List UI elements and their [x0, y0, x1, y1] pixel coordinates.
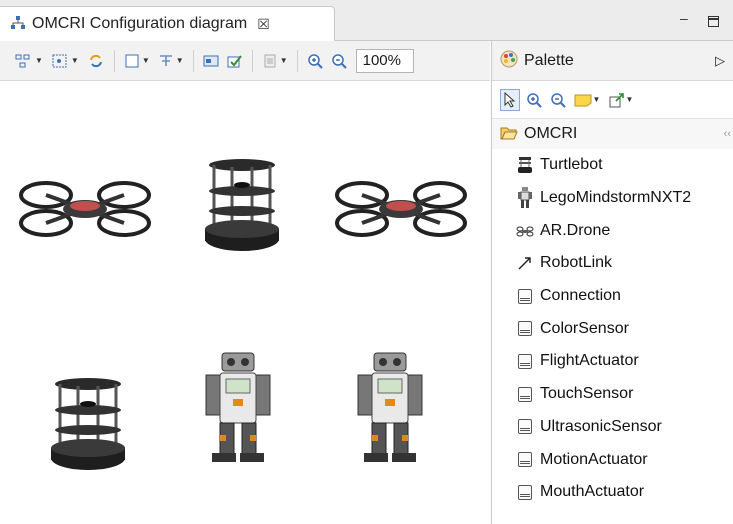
close-icon[interactable]: ☒ — [257, 16, 270, 33]
palette-item-mouthactuator[interactable]: MouthActuator — [492, 476, 733, 509]
note-tool-icon[interactable]: ▼ — [572, 89, 602, 111]
select-all-icon[interactable]: ▼ — [48, 47, 82, 75]
palette-item-label: MouthActuator — [540, 483, 645, 501]
collapse-icon[interactable]: ▷ — [715, 53, 725, 69]
class-icon — [516, 452, 534, 468]
link-arrow-icon — [516, 255, 534, 271]
palette-item-robotlink[interactable]: RobotLink — [492, 247, 733, 280]
validate-icon[interactable] — [224, 47, 246, 75]
palette-item-turtlebot[interactable]: Turtlebot — [492, 149, 733, 182]
toolbar-separator — [113, 49, 115, 72]
fill-color-icon[interactable]: ▼ — [121, 47, 153, 75]
diagram-canvas[interactable] — [0, 81, 490, 524]
lego-nxt-node[interactable] — [198, 351, 278, 469]
pin-icon[interactable]: ‹‹ — [724, 128, 731, 140]
palette-icon — [500, 50, 518, 71]
zoom-in-tool-icon[interactable] — [524, 89, 544, 111]
tab-title: OMCRI Configuration diagram — [32, 15, 248, 32]
palette-item-connection[interactable]: Connection — [492, 280, 733, 313]
palette-tools: ▼ ▼ — [492, 81, 733, 119]
toolbar-separator — [192, 49, 194, 72]
class-icon — [516, 419, 534, 435]
palette-item-label: LegoMindstormNXT2 — [540, 189, 692, 207]
ar-drone-node[interactable] — [18, 171, 153, 249]
palette-item-ar-drone[interactable]: AR.Drone — [492, 214, 733, 247]
class-icon — [516, 288, 534, 304]
palette-item-flightactuator[interactable]: FlightActuator — [492, 345, 733, 378]
editor-tab-bar: OMCRI Configuration diagram ☒ – — [0, 0, 733, 41]
palette-drawer-omcri[interactable]: OMCRI ‹‹ — [492, 119, 733, 149]
palette-item-ultrasonicsensor[interactable]: UltrasonicSensor — [492, 411, 733, 444]
palette-title: Palette — [524, 51, 574, 69]
class-icon — [516, 321, 534, 337]
palette-item-label: Turtlebot — [540, 156, 603, 174]
folder-open-icon — [500, 126, 518, 143]
maximize-icon[interactable] — [708, 16, 719, 27]
lego-nxt-node[interactable] — [350, 351, 430, 469]
drone-icon — [516, 225, 534, 237]
palette-item-motionactuator[interactable]: MotionActuator — [492, 443, 733, 476]
palette-item-touchsensor[interactable]: TouchSensor — [492, 378, 733, 411]
toolbar-separator — [251, 49, 253, 72]
palette-item-label: UltrasonicSensor — [540, 417, 662, 435]
palette-item-label: TouchSensor — [540, 385, 634, 403]
class-icon — [516, 386, 534, 402]
palette-item-label: FlightActuator — [540, 352, 639, 370]
delete-icon[interactable]: ▼ — [259, 47, 291, 75]
palette: Palette ▷ ▼ ▼ OMCRI ‹‹ Turtlebot LegoMin… — [491, 41, 733, 524]
palette-item-label: MotionActuator — [540, 450, 648, 468]
palette-item-legomindstormnxt2[interactable]: LegoMindstormNXT2 — [492, 182, 733, 215]
palette-item-label: RobotLink — [540, 254, 613, 272]
select-tool-icon[interactable] — [500, 88, 520, 111]
diagram-icon — [10, 15, 26, 34]
turtlebot-node[interactable] — [48, 376, 128, 481]
toolbar-separator — [296, 49, 298, 72]
turtlebot-node[interactable] — [202, 157, 282, 262]
palette-header: Palette ▷ — [492, 41, 733, 81]
zoom-out-tool-icon[interactable] — [548, 89, 568, 111]
ar-drone-node[interactable] — [334, 171, 469, 249]
palette-item-label: Connection — [540, 287, 621, 305]
zoom-out-icon[interactable] — [328, 47, 350, 75]
zoom-level-field[interactable]: 100% — [355, 48, 414, 73]
connector-tool-icon[interactable]: ▼ — [606, 89, 636, 111]
class-icon — [516, 353, 534, 369]
palette-item-colorsensor[interactable]: ColorSensor — [492, 312, 733, 345]
line-color-icon[interactable]: ▼ — [155, 47, 187, 75]
palette-item-label: AR.Drone — [540, 221, 611, 239]
lego-robot-icon — [516, 187, 534, 209]
zoom-in-icon[interactable] — [304, 47, 326, 75]
refresh-icon[interactable] — [84, 47, 108, 75]
diagram-toolbar: ▼ ▼ ▼ ▼ ▼ 100% — [0, 41, 490, 81]
minimize-icon[interactable]: – — [680, 10, 688, 26]
palette-item-label: ColorSensor — [540, 319, 629, 337]
arrange-icon[interactable]: ▼ — [12, 47, 46, 75]
editor-tab[interactable]: OMCRI Configuration diagram ☒ — [0, 6, 335, 41]
class-icon — [516, 484, 534, 500]
show-properties-icon[interactable] — [200, 47, 222, 75]
drawer-label: OMCRI — [524, 125, 578, 142]
turtlebot-icon — [516, 156, 534, 174]
